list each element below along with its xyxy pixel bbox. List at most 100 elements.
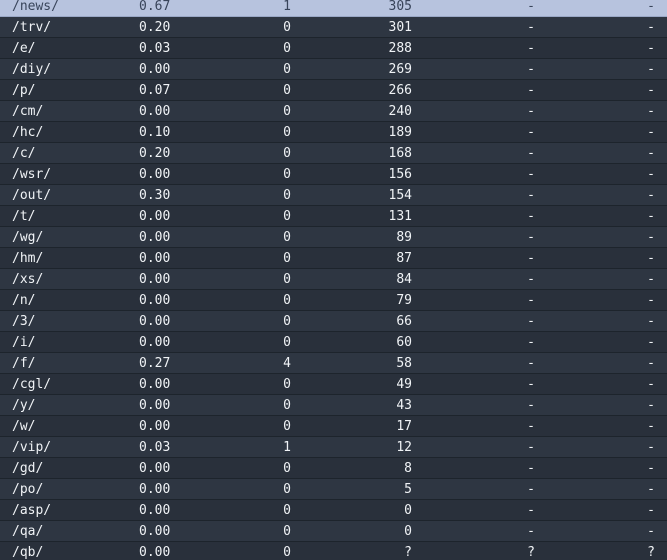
table-row[interactable]: /vip/0.03 1 12 - - — [0, 437, 667, 458]
col5-cell: - — [527, 335, 535, 350]
rate-cell: 0.07 — [139, 83, 171, 98]
table-row[interactable]: /w/0.00 0 17 - - — [0, 416, 667, 437]
hits-cell: 0 — [283, 20, 291, 35]
table-row[interactable]: /e/0.03 0 288 - - — [0, 38, 667, 59]
count-cell: 305 — [388, 0, 412, 14]
rate-cell: 0.00 — [139, 251, 171, 266]
col6-cell: - — [647, 377, 655, 392]
rate-cell: 0.00 — [139, 398, 171, 413]
hits-cell: 0 — [283, 104, 291, 119]
rate-cell: 0.00 — [139, 419, 171, 434]
path-cell: /w/ — [12, 419, 36, 434]
count-cell: 301 — [388, 20, 412, 35]
count-cell: 0 — [404, 524, 412, 539]
table-row[interactable]: /wsr/0.00 0 156 - - — [0, 164, 667, 185]
rate-cell: 0.00 — [139, 293, 171, 308]
table-row[interactable]: /cgl/0.00 0 49 - - — [0, 374, 667, 395]
hits-cell: 0 — [283, 188, 291, 203]
table-row[interactable]: /po/0.00 0 5 - - — [0, 479, 667, 500]
col5-cell: - — [527, 209, 535, 224]
col6-cell: - — [647, 209, 655, 224]
count-cell: 156 — [388, 167, 412, 182]
count-cell: 17 — [396, 419, 412, 434]
table-row[interactable]: /hm/0.00 0 87 - - — [0, 248, 667, 269]
table-row[interactable]: /c/0.20 0 168 - - — [0, 143, 667, 164]
path-cell: /qb/ — [12, 545, 44, 560]
count-cell: 154 — [388, 188, 412, 203]
col5-cell: - — [527, 314, 535, 329]
rate-cell: 0.27 — [139, 356, 171, 371]
hits-cell: 0 — [283, 125, 291, 140]
path-cell: /t/ — [12, 209, 36, 224]
path-cell: /xs/ — [12, 272, 44, 287]
table-row[interactable]: /t/0.00 0 131 - - — [0, 206, 667, 227]
table-row[interactable]: /cm/0.00 0 240 - - — [0, 101, 667, 122]
count-cell: 84 — [396, 272, 412, 287]
table-row[interactable]: /out/0.30 0 154 - - — [0, 185, 667, 206]
hits-cell: 0 — [283, 377, 291, 392]
table-row[interactable]: /3/0.00 0 66 - - — [0, 311, 667, 332]
rate-cell: 0.00 — [139, 503, 171, 518]
table-row[interactable]: /n/0.00 0 79 - - — [0, 290, 667, 311]
hits-cell: 0 — [283, 524, 291, 539]
col6-cell: - — [647, 0, 655, 14]
path-cell: /hc/ — [12, 125, 44, 140]
table-row[interactable]: /f/0.27 4 58 - - — [0, 353, 667, 374]
path-cell: /po/ — [12, 482, 44, 497]
col5-cell: - — [527, 20, 535, 35]
hits-cell: 0 — [283, 335, 291, 350]
col6-cell: - — [647, 461, 655, 476]
count-cell: 87 — [396, 251, 412, 266]
table-row[interactable]: /qa/0.00 0 0 - - — [0, 521, 667, 542]
count-cell: 66 — [396, 314, 412, 329]
hits-cell: 0 — [283, 209, 291, 224]
col6-cell: - — [647, 524, 655, 539]
rate-cell: 0.00 — [139, 314, 171, 329]
hits-cell: 0 — [283, 272, 291, 287]
stats-table: /news/0.67 1 305 - - /trv/0.20 0 301 - - /e/0.03 0 2… — [0, 0, 667, 560]
rate-cell: 0.10 — [139, 125, 171, 140]
path-cell: /out/ — [12, 188, 52, 203]
table-row[interactable]: /asp/0.00 0 0 - - — [0, 500, 667, 521]
col5-cell: - — [527, 83, 535, 98]
hits-cell: 0 — [283, 83, 291, 98]
table-row[interactable]: /y/0.00 0 43 - - — [0, 395, 667, 416]
rate-cell: 0.00 — [139, 545, 171, 560]
hits-cell: 0 — [283, 419, 291, 434]
col5-cell: - — [527, 104, 535, 119]
table-row[interactable]: /diy/0.00 0 269 - - — [0, 59, 667, 80]
col6-cell: - — [647, 83, 655, 98]
table-row[interactable]: /p/0.07 0 266 - - — [0, 80, 667, 101]
table-row[interactable]: /qb/0.00 0??? — [0, 542, 667, 560]
col5-cell: - — [527, 440, 535, 455]
rate-cell: 0.00 — [139, 377, 171, 392]
count-cell: 131 — [388, 209, 412, 224]
path-cell: /news/ — [12, 0, 59, 14]
table-row[interactable]: /xs/0.00 0 84 - - — [0, 269, 667, 290]
table-row[interactable]: /news/0.67 1 305 - - — [0, 0, 667, 17]
table-row[interactable]: /i/0.00 0 60 - - — [0, 332, 667, 353]
hits-cell: 0 — [283, 251, 291, 266]
col5-cell: - — [527, 398, 535, 413]
col6-cell: - — [647, 62, 655, 77]
col6-cell: - — [647, 482, 655, 497]
rate-cell: 0.00 — [139, 272, 171, 287]
hits-cell: 4 — [283, 356, 291, 371]
table-row[interactable]: /gd/0.00 0 8 - - — [0, 458, 667, 479]
hits-cell: 0 — [283, 314, 291, 329]
table-row[interactable]: /hc/0.10 0 189 - - — [0, 122, 667, 143]
rate-cell: 0.00 — [139, 230, 171, 245]
count-cell: 43 — [396, 398, 412, 413]
count-cell: 269 — [388, 62, 412, 77]
count-cell: 8 — [404, 461, 412, 476]
path-cell: /p/ — [12, 83, 36, 98]
table-row[interactable]: /wg/0.00 0 89 - - — [0, 227, 667, 248]
col6-cell: - — [647, 125, 655, 140]
hits-cell: 0 — [283, 293, 291, 308]
rate-cell: 0.03 — [139, 440, 171, 455]
col5-cell: - — [527, 482, 535, 497]
col6-cell: - — [647, 314, 655, 329]
table-row[interactable]: /trv/0.20 0 301 - - — [0, 17, 667, 38]
col6-cell: - — [647, 104, 655, 119]
path-cell: /vip/ — [12, 440, 52, 455]
